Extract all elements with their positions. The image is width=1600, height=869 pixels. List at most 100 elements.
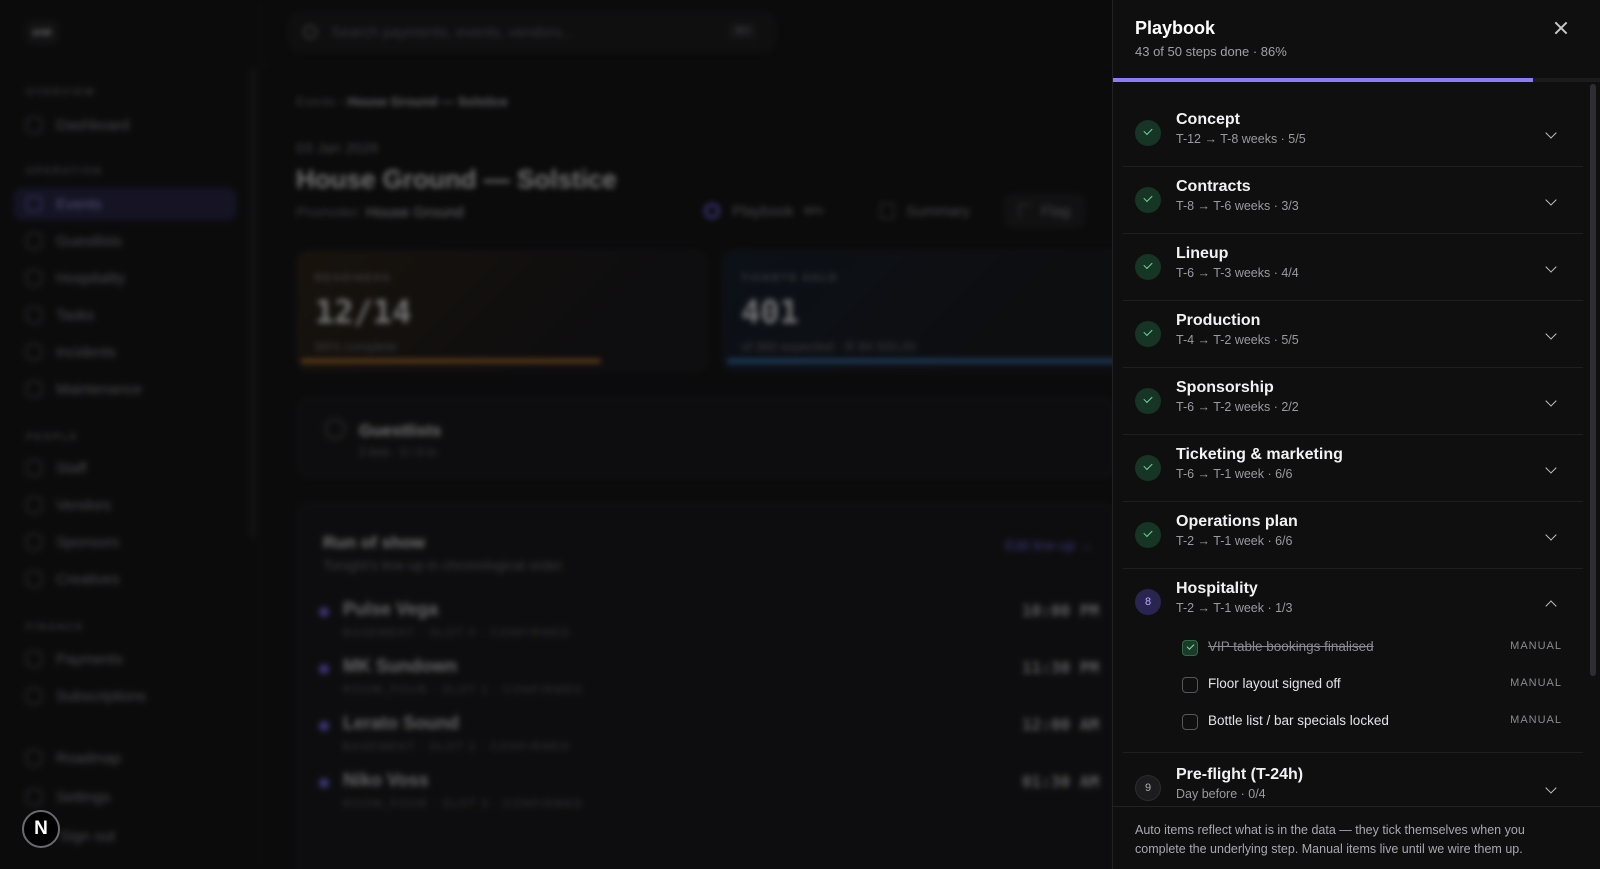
artist-name: MK Sundown (343, 656, 457, 676)
list-item[interactable]: MK Sundown ROOM_FOUR · SLOT 1 · CONFIRMED… (319, 656, 1099, 700)
page-title: House Ground — Solstice (296, 164, 617, 194)
check-circle-icon (1135, 254, 1161, 280)
sidebar-item-label: Vendors (56, 496, 112, 514)
sidebar-item-subscriptions[interactable]: Subscriptions (14, 680, 236, 712)
slot-time: 12:00 AM (1021, 715, 1099, 734)
sidebar-item-incidents[interactable]: Incidents (14, 336, 236, 368)
step-meta: T-12 → T-8 weeks · 5/5 (1176, 132, 1306, 146)
checkbox-checked[interactable] (1182, 640, 1198, 656)
sidebar-item-maintenance[interactable]: Maintenance (14, 373, 236, 405)
tickets-label: TICKETS SOLD (741, 273, 839, 284)
step-name: Hospitality (1176, 580, 1258, 597)
sidebar-item-guestlists[interactable]: Guestlists (14, 225, 236, 257)
readiness-progress-bar (301, 359, 601, 363)
summary-button-label: Summary (906, 202, 971, 220)
chevron-down-icon (1545, 127, 1557, 139)
step-production[interactable]: Production T-4 → T-2 weeks · 5/5 (1123, 301, 1583, 368)
drawer-scrollbar[interactable] (1590, 84, 1596, 676)
breadcrumb-events-link[interactable]: Events (296, 94, 336, 109)
guestlists-panel[interactable]: Guestlists 2 lists · 0 / 0 in (296, 396, 1116, 478)
artist-meta: BASEMENT · SLOT 2 · CONFIRMED (343, 741, 571, 753)
truck-icon (26, 497, 42, 513)
glass-icon (26, 270, 42, 286)
task-bottle-list[interactable]: Bottle list / bar specials locked MANUAL (1182, 708, 1562, 736)
tickets-value: 401 (741, 293, 799, 331)
step-contracts[interactable]: Contracts T-8 → T-6 weeks · 3/3 (1123, 167, 1583, 234)
task-tag: MANUAL (1510, 714, 1562, 726)
list-item[interactable]: Pulse Vega BASEMENT · SLOT 0 · CONFIRMED 1… (319, 599, 1099, 643)
step-operations-plan[interactable]: Operations plan T-2 → T-1 week · 6/6 (1123, 502, 1583, 569)
sidebar-scrollbar[interactable] (250, 68, 256, 538)
gear-icon (26, 789, 42, 805)
playbook-button[interactable]: Playbook 86% (704, 194, 824, 228)
step-name: Pre-flight (T-24h) (1176, 766, 1304, 783)
sidebar-item-label: Staff (56, 459, 87, 477)
sidebar-item-events[interactable]: Events (14, 188, 236, 220)
summary-button[interactable]: Summary (880, 194, 970, 228)
step-name: Ticketing & marketing (1176, 446, 1343, 463)
sidebar-item-sponsors[interactable]: Sponsors (14, 526, 236, 558)
nav-section-people: PEOPLE (26, 432, 79, 443)
sidebar-item-label: Maintenance (56, 380, 142, 398)
checkbox[interactable] (1182, 714, 1198, 730)
step-meta: T-6 → T-1 week · 6/6 (1176, 467, 1293, 481)
task-floor-layout[interactable]: Floor layout signed off MANUAL (1182, 671, 1562, 699)
nav-section-overview: OVERVIEW (26, 87, 96, 98)
user-icon (26, 460, 42, 476)
sidebar-item-label: Hospitality (56, 269, 126, 287)
check-circle-icon (1135, 120, 1161, 146)
search-icon (303, 25, 317, 39)
step-ticketing-marketing[interactable]: Ticketing & marketing T-6 → T-1 week · 6… (1123, 435, 1583, 502)
search-input[interactable]: Search payments, events, vendors... ⌘K (288, 12, 776, 52)
sidebar-item-staff[interactable]: Staff (14, 452, 236, 484)
sidebar-item-label: Guestlists (56, 232, 122, 250)
promoter-name[interactable]: House Ground (366, 204, 464, 221)
timeline-dot (319, 778, 329, 788)
app-logo: arab (26, 20, 58, 44)
slot-time: 01:30 AM (1021, 772, 1099, 791)
task-vip-table-bookings[interactable]: VIP table bookings finalised MANUAL (1182, 634, 1562, 662)
wrench-icon (26, 381, 42, 397)
edit-lineup-link[interactable]: Edit line-up → (1005, 537, 1093, 553)
step-sponsorship[interactable]: Sponsorship T-6 → T-2 weeks · 2/2 (1123, 368, 1583, 435)
repeat-icon (26, 688, 42, 704)
list-item[interactable]: Lerato Sound BASEMENT · SLOT 2 · CONFIRME… (319, 713, 1099, 757)
check-circle-icon (1135, 187, 1161, 213)
check-circle-icon (1135, 455, 1161, 481)
close-icon[interactable] (1549, 16, 1573, 40)
task-tag: MANUAL (1510, 640, 1562, 652)
nav-section-finance: FINANCE (26, 622, 85, 633)
checkbox[interactable] (1182, 677, 1198, 693)
map-icon (26, 750, 42, 766)
chevron-up-icon (1545, 600, 1557, 612)
sidebar-item-payments[interactable]: Payments (14, 643, 236, 675)
artist-meta: BASEMENT · SLOT 0 · CONFIRMED (343, 627, 571, 639)
sidebar-item-hospitality[interactable]: Hospitality (14, 262, 236, 294)
document-icon (880, 203, 894, 219)
slot-time: 11:30 PM (1021, 658, 1099, 677)
sidebar-item-vendors[interactable]: Vendors (14, 489, 236, 521)
guestlists-sub: 2 lists · 0 / 0 in (359, 445, 437, 459)
step-meta: T-2 → T-1 week · 6/6 (1176, 534, 1293, 548)
step-meta: T-8 → T-6 weeks · 3/3 (1176, 199, 1299, 213)
playbook-progress-track (1113, 78, 1600, 82)
sidebar-item-tasks[interactable]: Tasks (14, 299, 236, 331)
avatar[interactable]: N (22, 810, 60, 848)
list-icon (26, 307, 42, 323)
artist-name: Niko Voss (343, 770, 429, 790)
sidebar-item-roadmap[interactable]: Roadmap (14, 742, 236, 774)
check-circle-icon (1135, 522, 1161, 548)
slot-time: 10:00 PM (1021, 601, 1099, 620)
list-item[interactable]: Niko Voss ROOM_FOUR · SLOT 3 · CONFIRMED 0… (319, 770, 1099, 814)
sidebar-item-label: Incidents (56, 343, 117, 361)
step-concept[interactable]: Concept T-12 → T-8 weeks · 5/5 (1123, 100, 1583, 167)
sidebar-item-dashboard[interactable]: Dashboard (14, 109, 236, 141)
step-lineup[interactable]: Lineup T-6 → T-3 weeks · 4/4 (1123, 234, 1583, 301)
sidebar-item-creatives[interactable]: Creatives (14, 563, 236, 595)
camera-icon (26, 571, 42, 587)
search-placeholder: Search payments, events, vendors... (331, 23, 575, 41)
flag-button[interactable]: Flag (1004, 194, 1086, 228)
sidebar-item-settings[interactable]: Settings (14, 781, 236, 813)
task-label: Bottle list / bar specials locked (1208, 713, 1389, 728)
playbook-progress-fill (1113, 78, 1533, 82)
